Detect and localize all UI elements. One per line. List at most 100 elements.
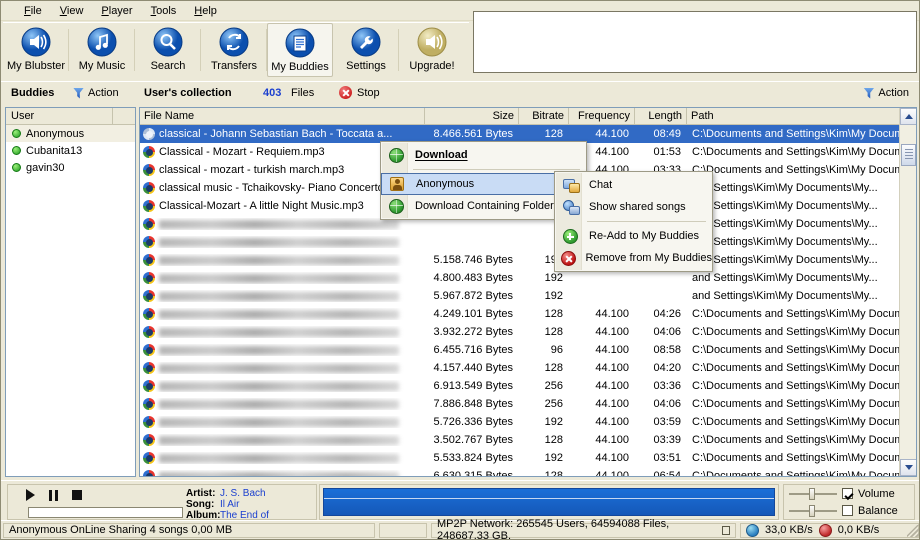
cell-length: 08:58: [653, 344, 681, 356]
balance-slider-thumb[interactable]: [809, 504, 815, 517]
file-list-row[interactable]: 4.249.101 Bytes 128 44.100 04:26 C:\Document…: [140, 305, 916, 323]
buddies-column-header: User: [6, 108, 135, 125]
redacted-file-name: [159, 471, 399, 476]
toolbar-button-my-buddies[interactable]: My Buddies: [267, 23, 333, 77]
cell-size: 3.932.272 Bytes: [433, 326, 513, 338]
scroll-up-button[interactable]: [900, 108, 916, 125]
file-list-row[interactable]: 4.800.483 Bytes 192 and Settings\Kim\My Do…: [140, 269, 916, 287]
cell-size: 4.249.101 Bytes: [433, 308, 513, 320]
balance-slider[interactable]: [789, 504, 837, 517]
menu-item-show-shared-songs[interactable]: Show shared songs: [555, 196, 712, 218]
stop-button[interactable]: [72, 490, 82, 500]
play-button[interactable]: [26, 489, 35, 501]
file-list-row[interactable]: 5.726.336 Bytes 192 44.100 03:59 C:\Document…: [140, 413, 916, 431]
menu-view[interactable]: View: [51, 3, 93, 19]
volume-slider-thumb[interactable]: [809, 487, 815, 500]
redacted-file-name: [159, 237, 399, 247]
toolbar-button-search[interactable]: Search: [135, 23, 201, 77]
menu-item-re-add-to-my-buddies[interactable]: Re-Add to My Buddies: [555, 225, 712, 247]
cell-path: C:\Documents and Settings\Kim\My Documen…: [692, 398, 916, 410]
file-list-row[interactable]: and Settings\Kim\My Documents\My...: [140, 233, 916, 251]
chevron-up-icon: [904, 114, 913, 119]
player-transport-group: Artist: J. S. Bach Song: Il Air Album: The …: [7, 484, 317, 532]
column-header-length[interactable]: Length: [635, 108, 687, 124]
balance-checkbox[interactable]: [842, 505, 853, 516]
menu-file[interactable]: File: [15, 3, 51, 19]
file-list-row[interactable]: 4.157.440 Bytes 128 44.100 04:20 C:\Document…: [140, 359, 916, 377]
file-list-row[interactable]: 3.502.767 Bytes 128 44.100 03:39 C:\Document…: [140, 431, 916, 449]
visualizer-display[interactable]: [323, 488, 775, 516]
cell-length: 03:36: [653, 380, 681, 392]
resize-grip[interactable]: [907, 525, 919, 537]
cell-file-name: [140, 434, 425, 446]
menu-item-remove-from-my-buddies[interactable]: Remove from My Buddies: [555, 247, 712, 269]
column-header-bitrate[interactable]: Bitrate: [519, 108, 569, 124]
cell-file-name: [140, 326, 425, 338]
collection-action-button[interactable]: Action: [863, 87, 909, 99]
file-list-row[interactable]: 7.886.848 Bytes 256 44.100 04:06 C:\Document…: [140, 395, 916, 413]
toolbar-button-my-music[interactable]: My Music: [69, 23, 135, 77]
menu-item-icon-slot: [559, 250, 577, 266]
file-list-scrollbar[interactable]: [899, 108, 916, 476]
menu-item-download[interactable]: Download: [381, 144, 586, 166]
chat-icon: [562, 178, 580, 193]
file-list-row[interactable]: 6.630.315 Bytes 128 44.100 06:54 C:\Document…: [140, 467, 916, 477]
cell-file-name: [140, 470, 425, 476]
buddy-list-item[interactable]: Anonymous: [6, 125, 135, 142]
cell-bitrate: 128: [544, 308, 563, 320]
volume-checkbox[interactable]: [842, 488, 853, 499]
status-rates-cell: 33,0 KB/s 0,0 KB/s: [740, 522, 919, 538]
redacted-file-name: [159, 291, 399, 301]
cell-frequency: 44.100: [595, 452, 629, 464]
menu-item-chat[interactable]: Chat: [555, 174, 712, 196]
funnel-icon: [73, 87, 84, 99]
column-header-size[interactable]: Size: [425, 108, 519, 124]
file-list-row[interactable]: 3.932.272 Bytes 128 44.100 04:06 C:\Document…: [140, 323, 916, 341]
cell-path: and Settings\Kim\My Documents\My...: [692, 290, 878, 302]
cell-length: 04:06: [653, 326, 681, 338]
buddies-column-user[interactable]: User: [6, 108, 113, 124]
scroll-down-button[interactable]: [900, 459, 916, 476]
cell-length: 01:53: [653, 146, 681, 158]
menu-tools[interactable]: Tools: [142, 3, 186, 19]
file-list-row[interactable]: 6.455.716 Bytes 96 44.100 08:58 C:\Documents…: [140, 341, 916, 359]
volume-slider[interactable]: [789, 487, 837, 500]
seek-bar[interactable]: [28, 507, 183, 518]
artist-value: J. S. Bach: [220, 488, 266, 499]
cell-path: C:\Documents and Settings\Kim\My Documen…: [692, 434, 916, 446]
buddy-list-item[interactable]: gavin30: [6, 159, 135, 176]
artist-key: Artist:: [186, 488, 216, 499]
scrollbar-thumb[interactable]: [901, 144, 916, 166]
menu-item-icon-slot: [559, 228, 581, 244]
column-header-frequency[interactable]: Frequency: [569, 108, 635, 124]
mp3-file-icon: [143, 452, 155, 464]
toolbar-button-settings[interactable]: Settings: [333, 23, 399, 77]
buddies-action-button[interactable]: Action: [73, 87, 119, 99]
file-list-row[interactable]: 5.967.872 Bytes 192 and Settings\Kim\My Do…: [140, 287, 916, 305]
pause-button[interactable]: [49, 489, 58, 501]
file-list-row[interactable]: 5.533.824 Bytes 192 44.100 03:51 C:\Document…: [140, 449, 916, 467]
column-header-path[interactable]: Path: [687, 108, 916, 124]
toolbar-button-transfers[interactable]: Transfers: [201, 23, 267, 77]
menu-player[interactable]: Player: [92, 3, 141, 19]
mp3-file-icon: [143, 236, 155, 248]
buddy-list-item[interactable]: Cubanita13: [6, 142, 135, 159]
column-header-file-name[interactable]: File Name: [140, 108, 425, 124]
balance-label: Balance: [858, 504, 898, 517]
cell-size: 7.886.848 Bytes: [433, 398, 513, 410]
menu-item-label: Re-Add to My Buddies: [589, 230, 700, 242]
document-list-icon: [285, 28, 315, 58]
toolbar-button-my-blubster[interactable]: My Blubster: [3, 23, 69, 77]
cell-length: 04:06: [653, 398, 681, 410]
toolbar-button-upgrade[interactable]: Upgrade!: [399, 23, 465, 77]
cell-bitrate: 128: [544, 470, 563, 477]
wrench-icon: [351, 27, 381, 57]
menu-separator: [413, 169, 580, 170]
stop-button[interactable]: Stop: [339, 86, 380, 99]
menu-help[interactable]: Help: [185, 3, 226, 19]
file-list-row[interactable]: 6.913.549 Bytes 256 44.100 03:36 C:\Document…: [140, 377, 916, 395]
cell-path: C:\Documents and Settings\Kim\My Documen…: [692, 344, 916, 356]
buddy-name: Anonymous: [26, 127, 85, 140]
plus-circle-icon: [562, 228, 578, 244]
file-list-row[interactable]: 5.158.746 Bytes192and Settings\Kim\My Do…: [140, 251, 916, 269]
